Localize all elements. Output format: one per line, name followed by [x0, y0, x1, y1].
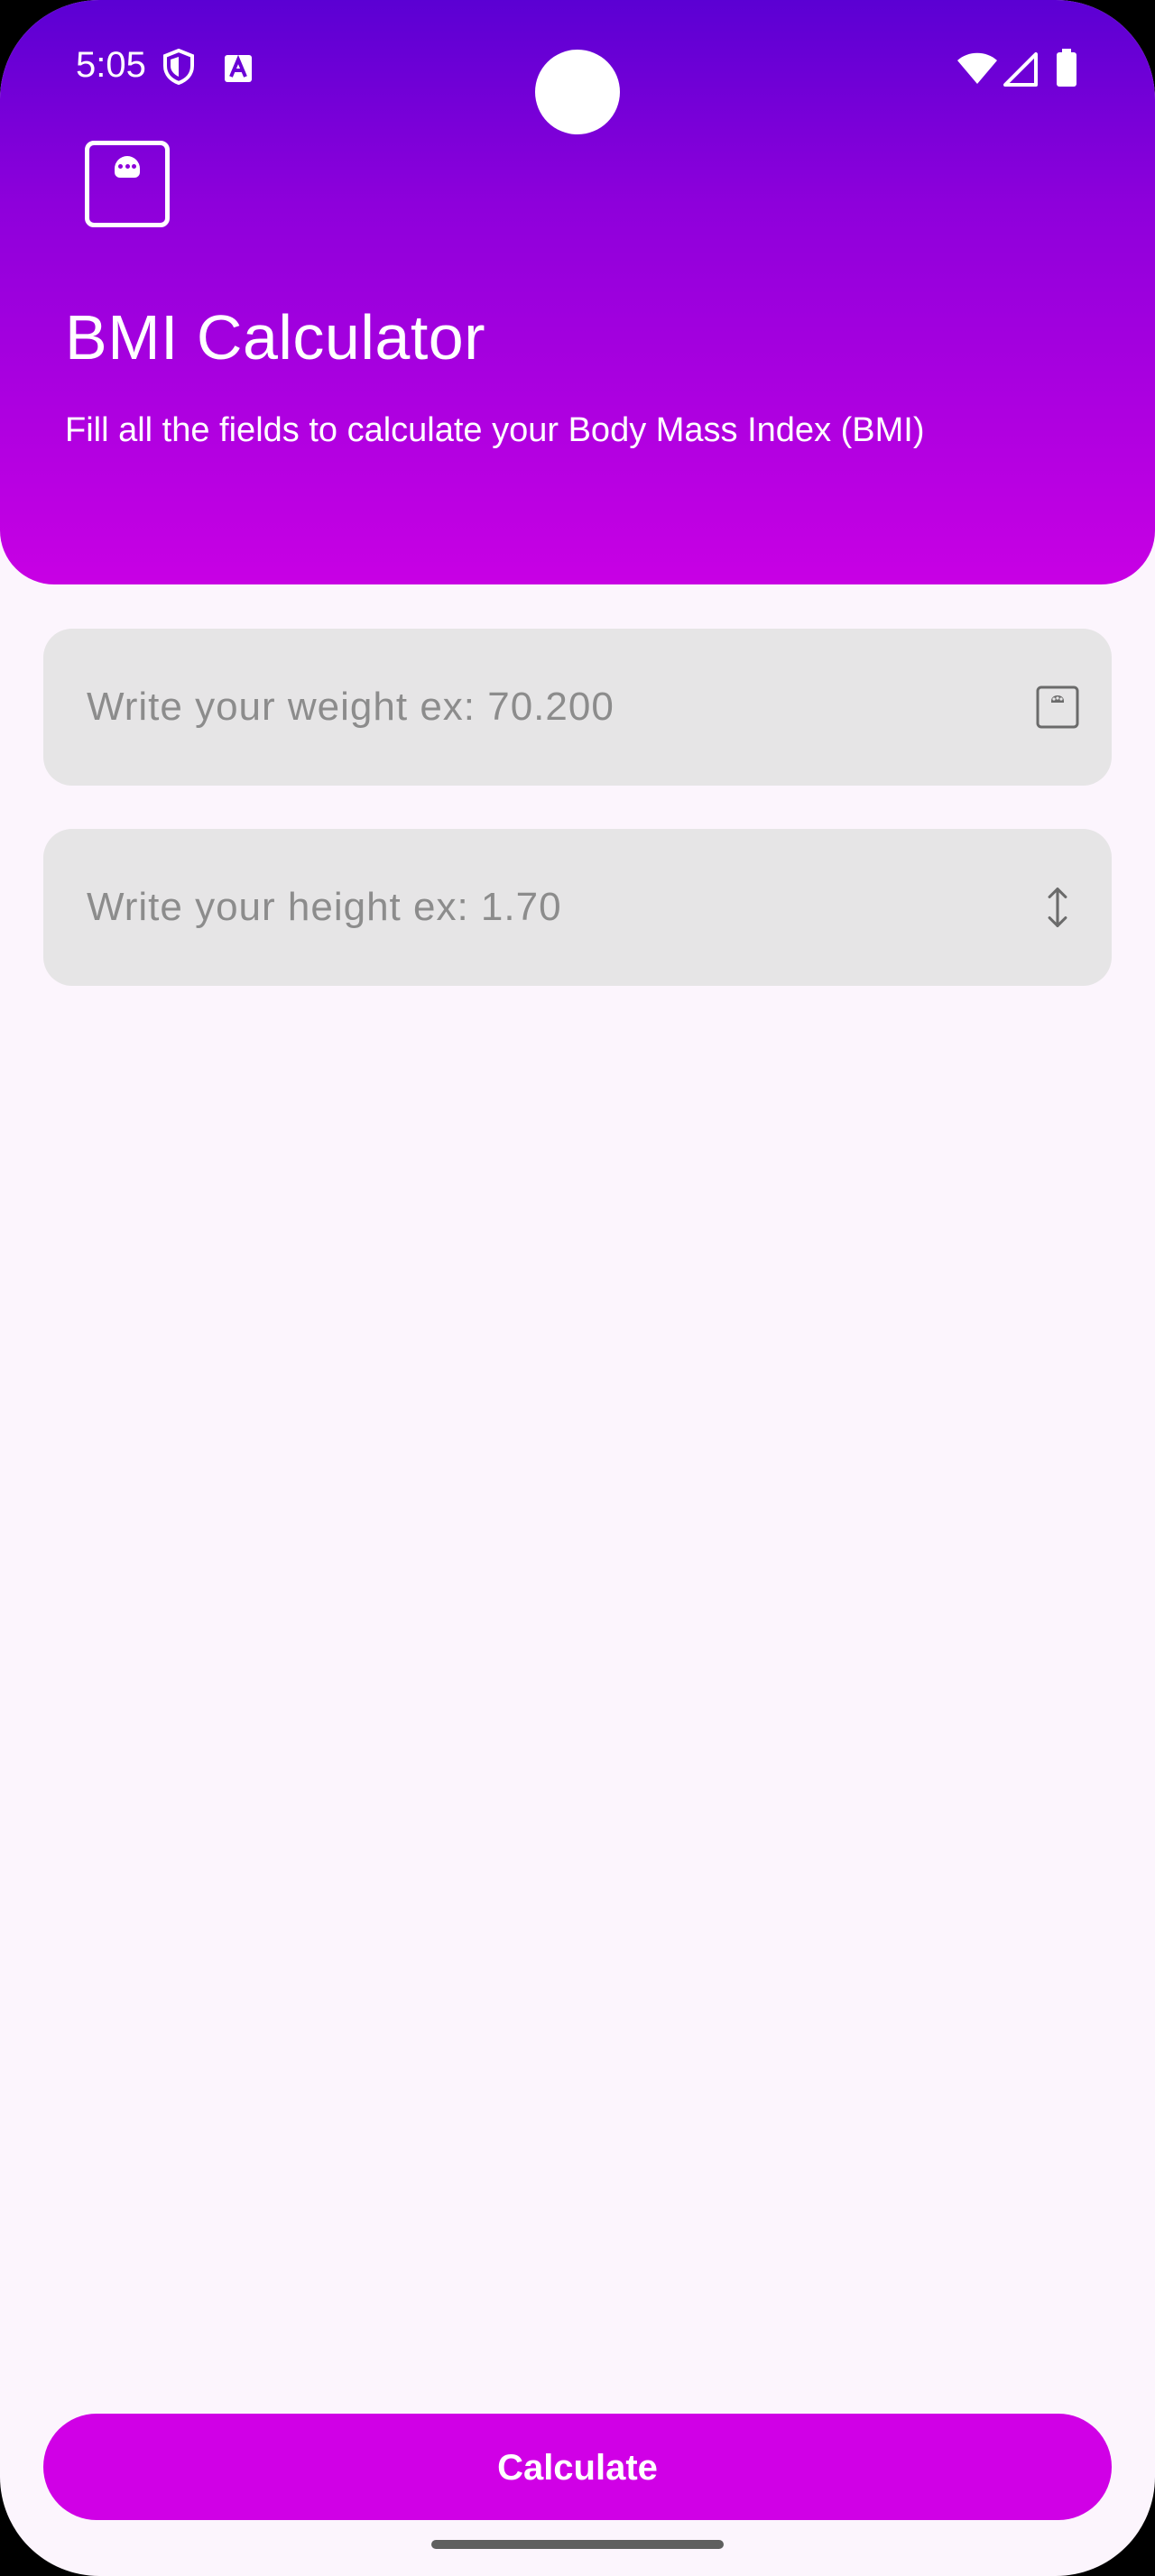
wifi-icon [957, 52, 997, 84]
page-title: BMI Calculator [65, 302, 486, 373]
scale-icon [85, 141, 170, 227]
page-subtitle: Fill all the fields to calculate your Bo… [65, 411, 925, 449]
cell-signal-icon [1003, 52, 1038, 87]
app-header: 5:05 BMI Calculator Fill all the fields … [0, 0, 1155, 584]
phone-screen: 5:05 BMI Calculator Fill all the fields … [0, 0, 1155, 2576]
battery-icon [1057, 49, 1076, 87]
camera-cutout [535, 50, 620, 134]
shield-icon [163, 49, 194, 85]
weight-field[interactable]: Write your weight ex: 70.200 [43, 629, 1112, 786]
font-a-icon [225, 54, 252, 82]
height-placeholder: Write your height ex: 1.70 [87, 885, 562, 929]
calculate-button[interactable]: Calculate [43, 2414, 1112, 2520]
status-time: 5:05 [76, 45, 146, 85]
home-indicator[interactable] [431, 2540, 724, 2549]
vertical-arrows-icon [1048, 888, 1067, 927]
weight-placeholder: Write your weight ex: 70.200 [87, 685, 614, 729]
scale-icon [1036, 685, 1079, 729]
height-field[interactable]: Write your height ex: 1.70 [43, 829, 1112, 986]
